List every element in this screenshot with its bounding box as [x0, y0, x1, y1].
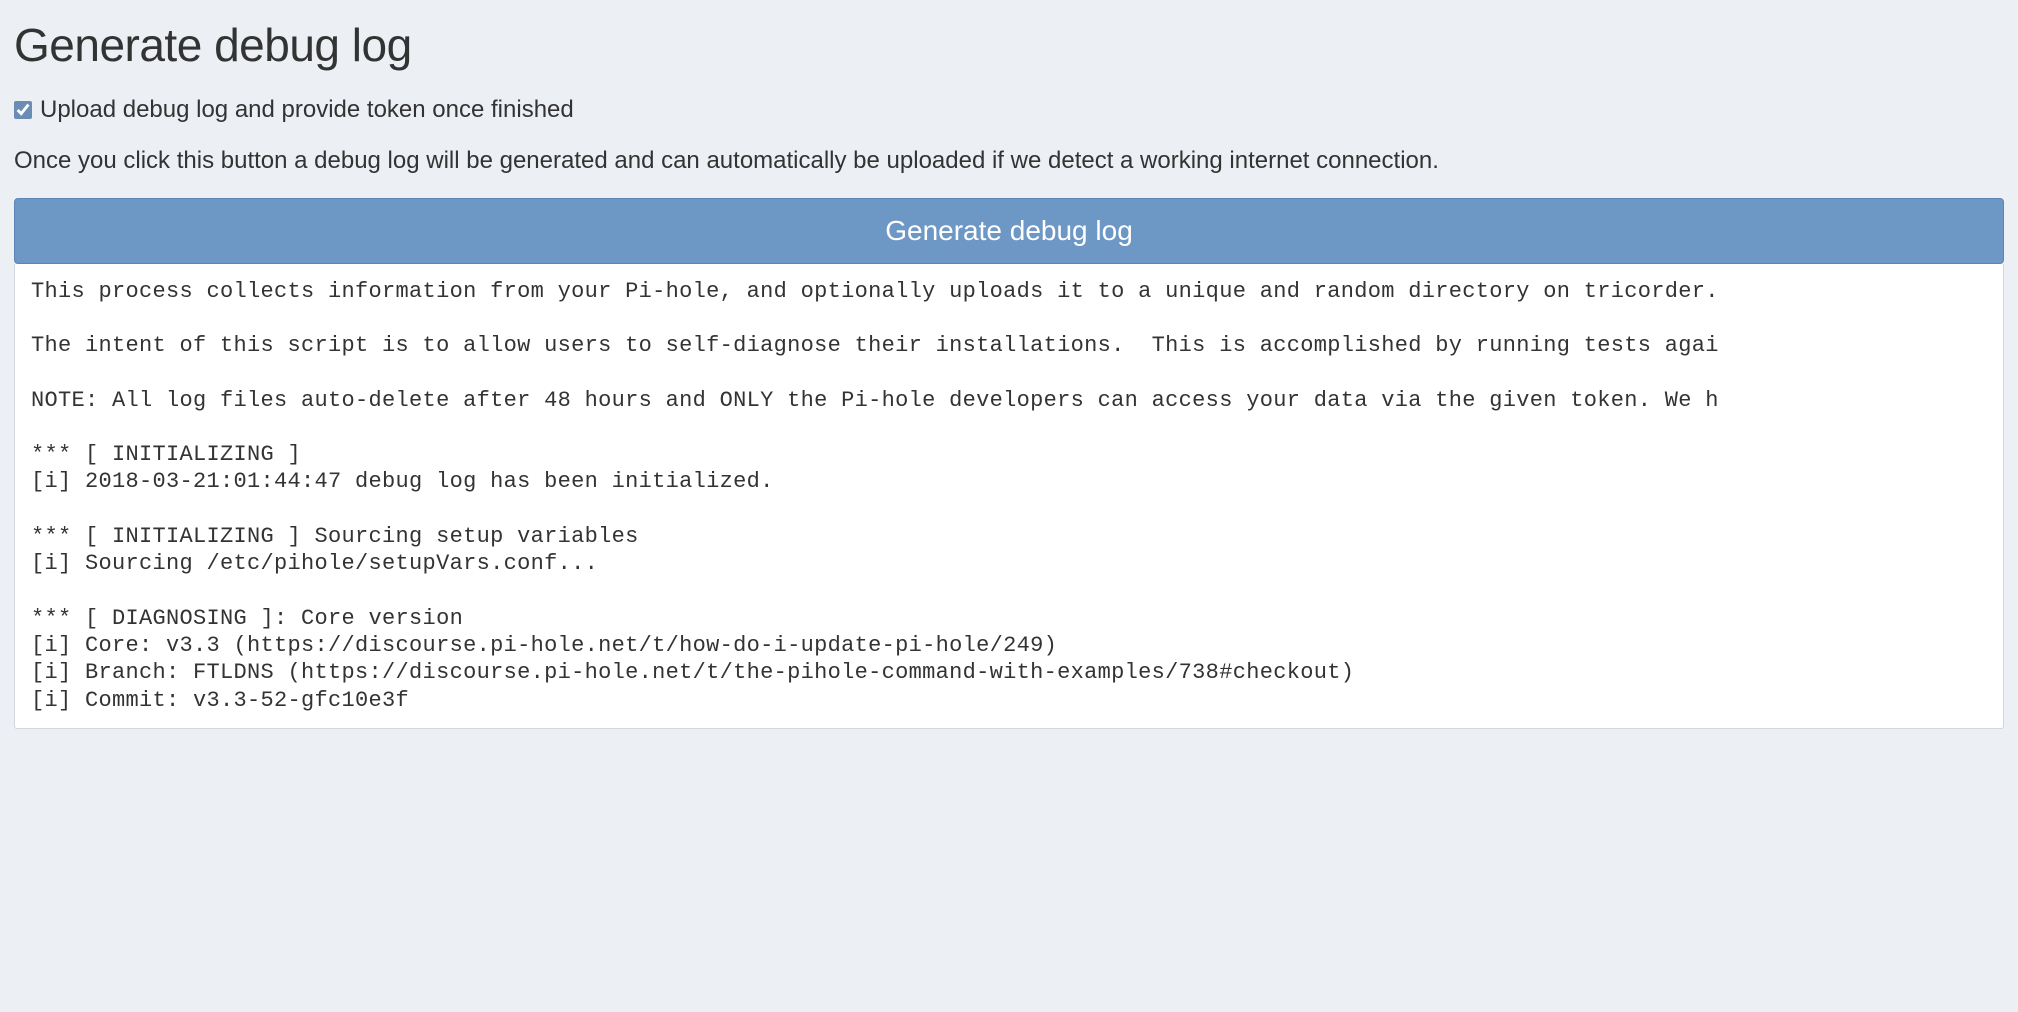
- description-text: Once you click this button a debug log w…: [14, 144, 2004, 178]
- upload-checkbox[interactable]: [14, 101, 32, 119]
- generate-debug-log-button[interactable]: Generate debug log: [14, 198, 2004, 264]
- content-section: Upload debug log and provide token once …: [0, 96, 2018, 729]
- page-header: Generate debug log: [0, 0, 2018, 96]
- debug-log-output: This process collects information from y…: [14, 264, 2004, 729]
- upload-option-row: Upload debug log and provide token once …: [14, 96, 2004, 124]
- page-title: Generate debug log: [14, 18, 2004, 72]
- upload-checkbox-label[interactable]: Upload debug log and provide token once …: [40, 96, 574, 124]
